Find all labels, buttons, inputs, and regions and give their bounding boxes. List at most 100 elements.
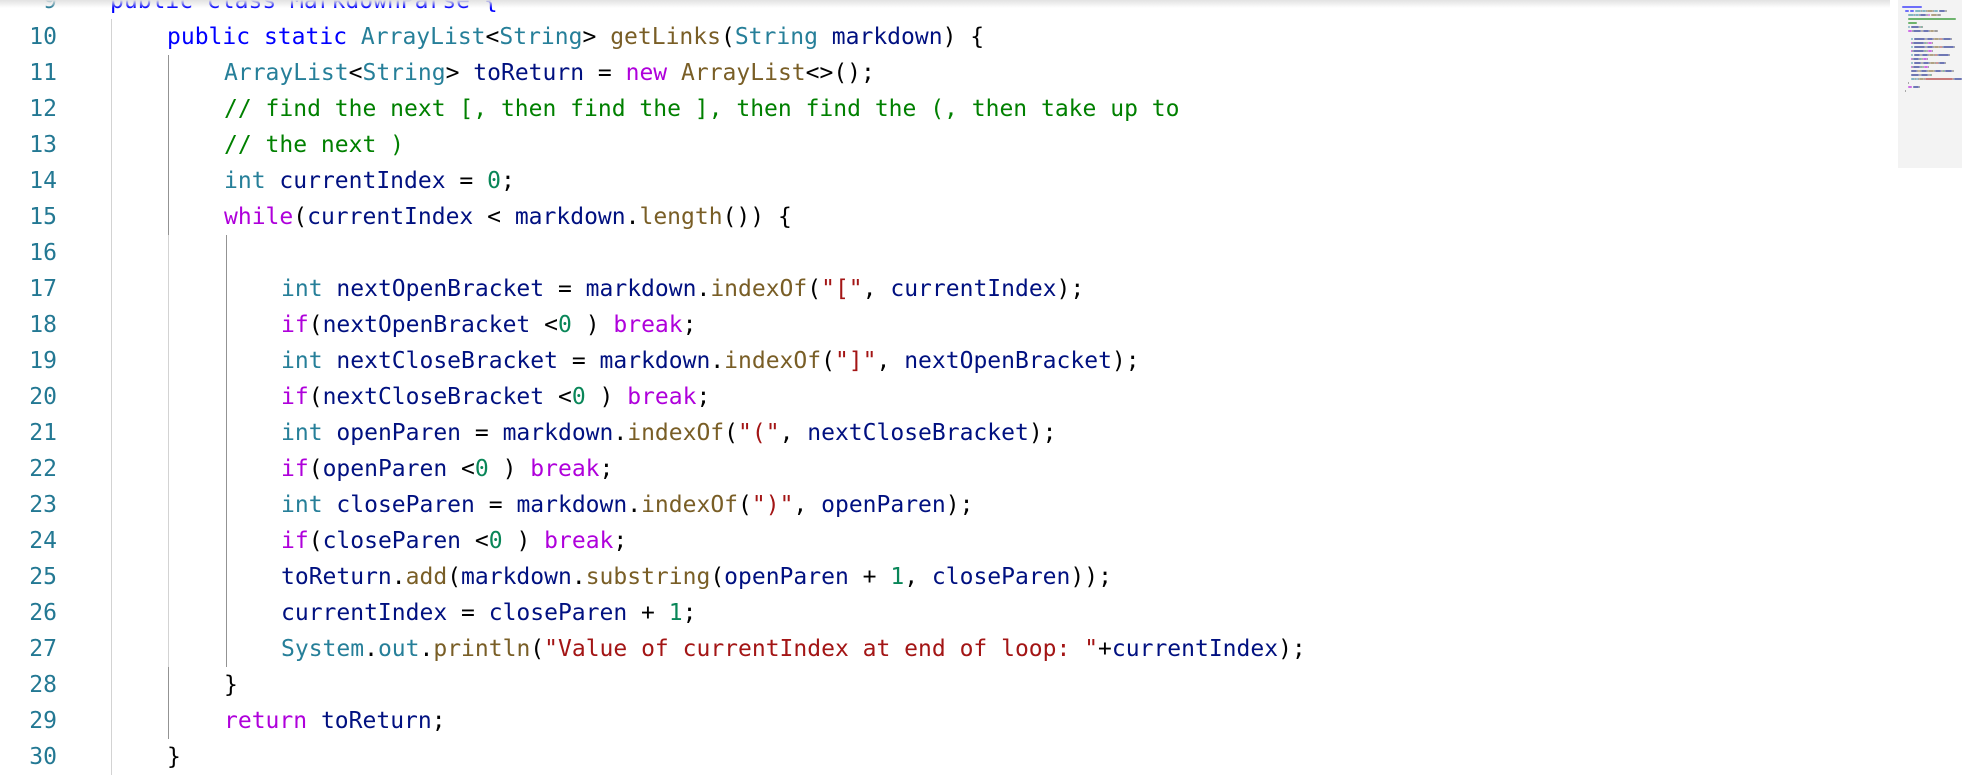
line-number: 14 <box>29 168 57 194</box>
line-number: 23 <box>29 492 57 518</box>
code-token: < <box>530 312 558 338</box>
code-line[interactable]: 21 int openParen = markdown.indexOf("(", … <box>0 415 1890 451</box>
code-line[interactable]: 13 // the next ) <box>0 127 1890 163</box>
code-line[interactable]: 16 <box>0 235 1890 271</box>
indent-guide <box>168 487 169 523</box>
code-line[interactable]: 18 if(nextOpenBracket <0 ) break; <box>0 307 1890 343</box>
code-line[interactable]: 11 ArrayList<String> toReturn = new Array… <box>0 55 1890 91</box>
code-token: + <box>1098 636 1112 662</box>
code-line[interactable]: 15 while(currentIndex < markdown.length()… <box>0 199 1890 235</box>
code-line[interactable]: 25 toReturn.add(markdown.substring(openPa… <box>0 559 1890 595</box>
code-text: if(closeParen <0 ) break; <box>281 523 627 559</box>
minimap-line <box>1908 86 1912 88</box>
minimap-line <box>1908 18 1956 20</box>
code-token: > <box>582 24 611 50</box>
code-token: int <box>281 348 323 374</box>
indent-guide <box>226 271 227 307</box>
code-line[interactable]: 12 // find the next [, then find the ], t… <box>0 91 1890 127</box>
minimap[interactable] <box>1898 0 1962 778</box>
code-line[interactable]: 28} <box>0 667 1890 703</box>
code-token: ( <box>724 420 739 446</box>
code-token: "(" <box>738 420 780 446</box>
minimap-line <box>1943 38 1951 40</box>
code-token: String <box>734 24 818 50</box>
code-line[interactable]: 17 int nextOpenBracket = markdown.indexOf… <box>0 271 1890 307</box>
indent-guide <box>226 307 227 343</box>
minimap-line <box>1911 74 1919 76</box>
code-token: < <box>544 384 572 410</box>
code-token: ) <box>488 456 531 482</box>
code-token: currentIndex <box>1111 636 1279 662</box>
minimap-line <box>1945 70 1952 72</box>
indent-guide <box>111 559 112 595</box>
code-token: "]" <box>834 348 877 374</box>
code-text: // the next ) <box>224 127 404 163</box>
minimap-line <box>1908 26 1910 28</box>
minimap-line <box>1911 62 1913 64</box>
minimap-line <box>1914 38 1925 40</box>
scroll-shadow <box>0 0 1890 8</box>
minimap-line <box>1945 62 1946 64</box>
indent-guide <box>226 235 227 271</box>
code-token: , <box>904 564 932 590</box>
code-token: = <box>445 168 488 194</box>
code-token: = <box>474 492 517 518</box>
line-number: 17 <box>29 276 57 302</box>
indent-guide <box>111 523 112 559</box>
code-token: String <box>499 24 583 50</box>
code-token: 0 <box>557 312 572 338</box>
code-line[interactable]: 20 if(nextCloseBracket <0 ) break; <box>0 379 1890 415</box>
code-line[interactable]: 29 return toReturn; <box>0 703 1890 739</box>
code-editor[interactable]: 9public class MarkdownParse {10public st… <box>0 0 1962 778</box>
code-token: markdown <box>831 24 943 50</box>
indent-guide <box>168 127 169 163</box>
code-token: nextOpenBracket <box>322 312 531 338</box>
indent-guide <box>111 595 112 631</box>
code-token: ArrayList <box>224 60 349 86</box>
code-token: "[" <box>821 276 863 302</box>
code-line[interactable]: 23 int closeParen = markdown.indexOf(")",… <box>0 487 1890 523</box>
code-token: openParen <box>336 420 462 446</box>
indent-guide <box>111 235 112 271</box>
code-token: toReturn <box>320 708 432 734</box>
code-line[interactable]: 14 int currentIndex = 0; <box>0 163 1890 199</box>
code-token: > <box>445 60 474 86</box>
line-number: 20 <box>29 384 57 410</box>
code-token: nextCloseBracket <box>807 420 1029 446</box>
code-line[interactable]: 10 public static ArrayList<String> getLin… <box>0 19 1890 55</box>
code-line[interactable]: 26 currentIndex = closeParen + 1; <box>0 595 1890 631</box>
code-token: = <box>461 420 503 446</box>
code-line[interactable]: 27 System.out.println("Value of currentIn… <box>0 631 1890 667</box>
code-token: // the next ) <box>224 132 405 158</box>
line-number: 24 <box>29 528 57 554</box>
indent-guide <box>111 91 112 127</box>
code-token: length <box>639 204 723 230</box>
code-line[interactable]: 24 if(closeParen <0 ) break; <box>0 523 1890 559</box>
indent-guide <box>168 451 169 487</box>
code-token: ); <box>1278 636 1306 662</box>
code-token: toReturn <box>473 60 585 86</box>
code-token: ( <box>447 564 462 590</box>
code-token: indexOf <box>641 492 739 518</box>
code-text: int openParen = markdown.indexOf("(", ne… <box>281 415 1057 451</box>
code-token: . <box>613 420 628 446</box>
minimap-line <box>1928 66 1929 68</box>
minimap-line <box>1905 10 1909 12</box>
code-token: println <box>433 636 531 662</box>
code-token: = <box>584 60 626 86</box>
code-token: + <box>627 600 669 626</box>
code-token: . <box>710 348 725 374</box>
code-line[interactable]: 30} <box>0 739 1890 775</box>
code-token: add <box>405 564 448 590</box>
code-token: if <box>281 312 309 338</box>
indent-guide <box>168 91 169 127</box>
code-text: int currentIndex = 0; <box>224 163 515 199</box>
code-token: indexOf <box>724 348 822 374</box>
minimap-line <box>1913 50 1924 52</box>
code-text: } <box>224 667 238 703</box>
code-line[interactable]: 22 if(openParen <0 ) break; <box>0 451 1890 487</box>
code-token: . <box>571 564 586 590</box>
code-line[interactable]: 19 int nextCloseBracket = markdown.indexO… <box>0 343 1890 379</box>
